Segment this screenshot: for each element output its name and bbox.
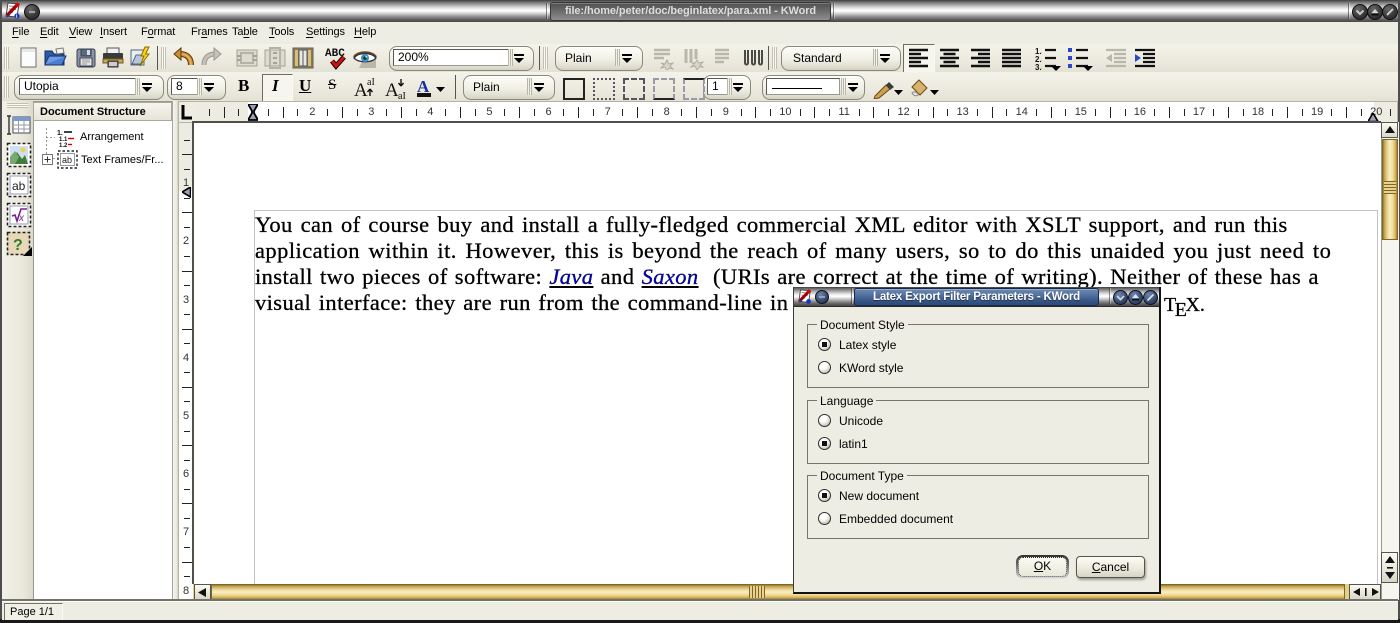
svg-text:x: x bbox=[18, 213, 25, 224]
svg-text:1.2: 1.2 bbox=[59, 143, 68, 148]
svg-text:A: A bbox=[354, 80, 368, 100]
svg-text:A: A bbox=[385, 80, 399, 100]
svg-text:aI: aI bbox=[367, 77, 375, 88]
svg-text:3.: 3. bbox=[1035, 63, 1042, 72]
svg-text:ab: ab bbox=[12, 179, 26, 193]
svg-text:ab: ab bbox=[62, 155, 72, 165]
svg-text:aI: aI bbox=[398, 91, 406, 100]
svg-text:1.: 1. bbox=[57, 130, 63, 137]
svg-text:?: ? bbox=[13, 237, 23, 254]
